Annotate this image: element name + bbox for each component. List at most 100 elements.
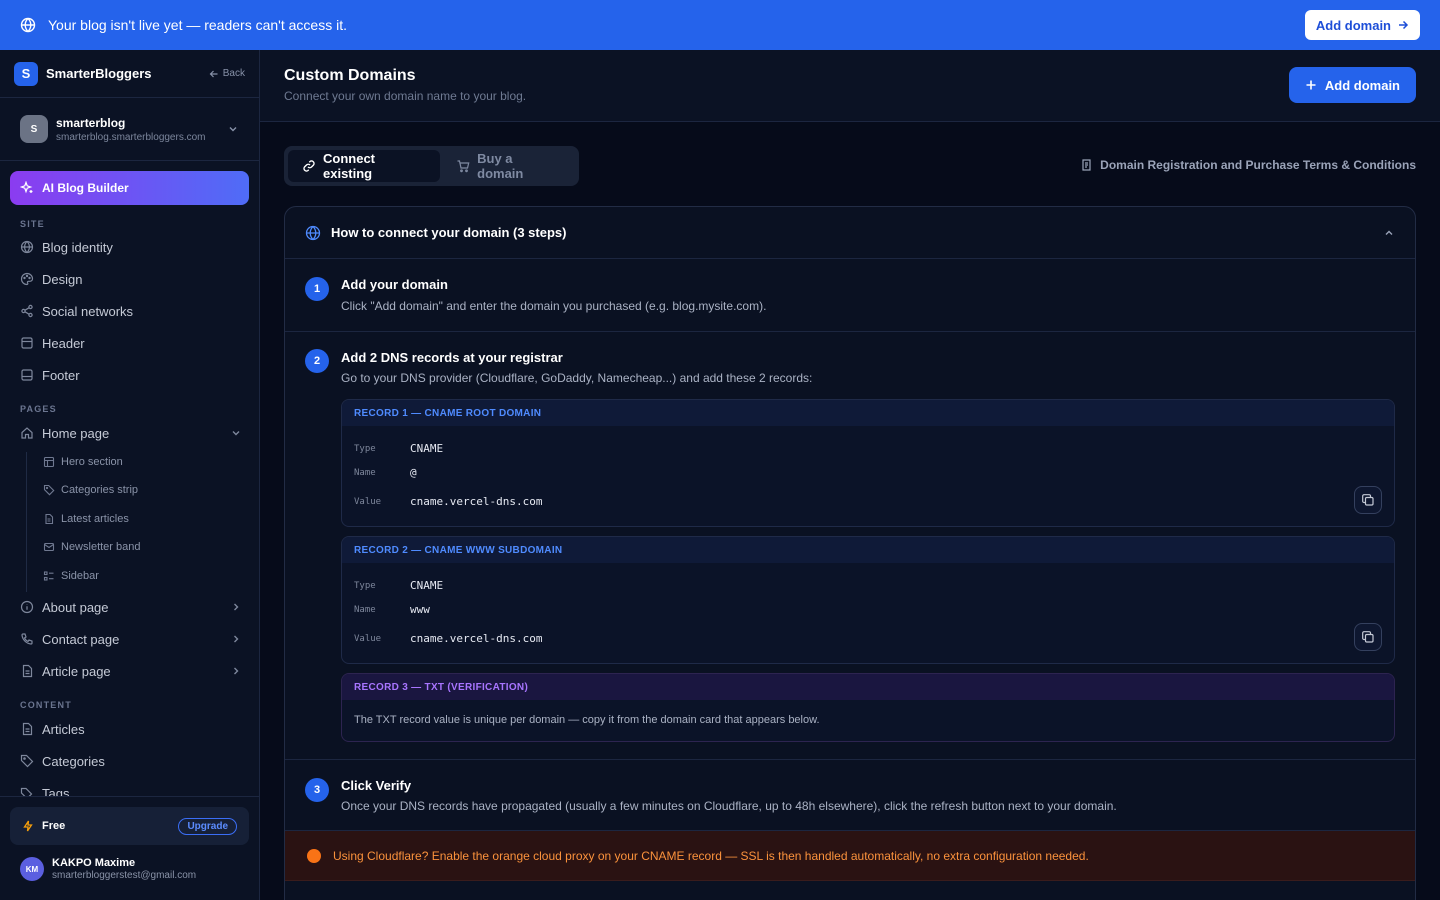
chevron-down-icon: [227, 123, 239, 135]
record-header: RECORD 1 — CNAME ROOT DOMAIN: [342, 400, 1394, 426]
sparkle-icon: [20, 181, 34, 195]
add-domain-button[interactable]: Add domain: [1288, 67, 1416, 103]
scroll-document-icon: [1080, 158, 1094, 172]
step-description: Click "Add domain" and enter the domain …: [341, 299, 767, 313]
blog-url: smarterblog.smarterbloggers.com: [56, 131, 206, 143]
cart-icon: [456, 159, 470, 173]
sidebar-item-label: Article page: [42, 663, 111, 679]
banner-add-domain-button[interactable]: Add domain: [1304, 10, 1420, 40]
back-link[interactable]: Back: [209, 68, 245, 79]
plan-card: Free Upgrade: [10, 807, 249, 845]
sidebar-subitem-latest-articles[interactable]: Latest articles: [43, 510, 129, 528]
sidebar-item-about-page[interactable]: About page: [20, 596, 242, 618]
step-number: 3: [305, 778, 329, 802]
blog-selector[interactable]: S smarterblog smarterblog.smarterblogger…: [0, 98, 259, 161]
domain-mode-tabs: Connect existing Buy a domain: [284, 146, 579, 186]
list-icon: [43, 570, 55, 582]
chevron-right-icon: [230, 633, 242, 645]
sidebar-subitem-newsletter-band[interactable]: Newsletter band: [43, 538, 141, 556]
record-type-row: Type CNAME: [354, 442, 443, 455]
sidebar-item-label: Footer: [42, 367, 80, 383]
not-live-banner: Your blog isn't live yet — readers can't…: [0, 0, 1440, 50]
sidebar-subitem-label: Categories strip: [61, 484, 139, 496]
record-header: RECORD 3 — TXT (VERIFICATION): [342, 674, 1394, 700]
sidebar-item-home-page[interactable]: Home page: [20, 422, 242, 444]
sidebar-item-label: Categories: [42, 753, 105, 769]
record-type-row: Type CNAME: [354, 579, 443, 592]
orange-cloud-icon: [307, 848, 321, 863]
sidebar-item-label: Home page: [42, 425, 110, 441]
sidebar-item-article-page[interactable]: Article page: [20, 660, 242, 682]
record-key: Name: [354, 467, 376, 478]
globe-icon: [20, 240, 34, 254]
layout-footer-icon: [20, 368, 34, 382]
user-profile[interactable]: KM KAKPO Maxime smarterbloggerstest@gmai…: [20, 857, 196, 881]
arrow-right-icon: [1397, 19, 1409, 31]
chevron-up-icon: [1383, 227, 1395, 239]
record-type-value: CNAME: [410, 442, 444, 455]
record-value-row: Value cname.vercel-dns.com: [354, 632, 542, 645]
sidebar-item-social-networks[interactable]: Social networks: [20, 300, 242, 322]
layout-header-icon: [20, 336, 34, 350]
step-title: Add your domain: [341, 277, 448, 292]
sidebar-item-label: Contact page: [42, 631, 120, 647]
record-name-row: Name www: [354, 603, 430, 616]
user-email: smarterbloggerstest@gmail.com: [52, 870, 197, 881]
sidebar-subitem-categories-strip[interactable]: Categories strip: [43, 481, 138, 499]
sidebar-item-label: Social networks: [42, 303, 134, 319]
record-type-value: CNAME: [410, 579, 444, 592]
info-icon: [20, 600, 34, 614]
record-name-value: www: [410, 603, 430, 616]
dns-record-1: RECORD 1 — CNAME ROOT DOMAIN Type CNAME …: [341, 399, 1395, 527]
sidebar-item-categories[interactable]: Categories: [20, 750, 242, 772]
copy-icon: [1361, 630, 1375, 644]
copy-button[interactable]: [1354, 623, 1382, 651]
ai-blog-builder-button[interactable]: AI Blog Builder: [10, 171, 249, 205]
cloudflare-tip-text: Using Cloudflare? Enable the orange clou…: [333, 848, 1089, 863]
sidebar-subitem-sidebar[interactable]: Sidebar: [43, 567, 99, 585]
sidebar-item-blog-identity[interactable]: Blog identity: [20, 236, 242, 258]
tag-icon: [43, 484, 55, 496]
plan-name: Free: [42, 820, 66, 832]
copy-icon: [1361, 493, 1375, 507]
step-1: 1 Add your domain Click "Add domain" and…: [285, 259, 1415, 332]
guide-header[interactable]: How to connect your domain (3 steps): [285, 207, 1415, 259]
record-name-value: @: [410, 466, 417, 479]
sidebar-subitem-label: Hero section: [61, 456, 123, 468]
section-label-content: CONTENT: [20, 700, 72, 710]
terms-link-label: Domain Registration and Purchase Terms &…: [1100, 158, 1416, 172]
sidebar-item-footer[interactable]: Footer: [20, 364, 242, 386]
sidebar-item-label: About page: [42, 599, 109, 615]
sidebar-item-design[interactable]: Design: [20, 268, 242, 290]
terms-link[interactable]: Domain Registration and Purchase Terms &…: [1080, 158, 1416, 172]
globe-icon: [20, 17, 36, 33]
sidebar-item-contact-page[interactable]: Contact page: [20, 628, 242, 650]
home-icon: [20, 426, 34, 440]
sidebar-item-header[interactable]: Header: [20, 332, 242, 354]
tab-connect-existing[interactable]: Connect existing: [288, 150, 441, 182]
record-value-row: Value cname.vercel-dns.com: [354, 495, 542, 508]
tab-buy-domain[interactable]: Buy a domain: [442, 150, 575, 182]
bolt-icon: [22, 820, 34, 832]
sidebar-item-articles[interactable]: Articles: [20, 718, 242, 740]
copy-button[interactable]: [1354, 486, 1382, 514]
record-header: RECORD 2 — CNAME WWW SUBDOMAIN: [342, 537, 1394, 563]
upgrade-button[interactable]: Upgrade: [178, 817, 237, 835]
phone-icon: [20, 632, 34, 646]
record-key: Value: [354, 496, 382, 507]
record-key: Name: [354, 604, 376, 615]
connect-guide-card: How to connect your domain (3 steps) 1 A…: [284, 206, 1416, 900]
blog-name: smarterblog: [56, 115, 126, 130]
sidebar-subitem-label: Newsletter band: [61, 541, 141, 553]
tab-label: Buy a domain: [477, 151, 524, 181]
arrow-left-icon: [209, 69, 219, 79]
record-key: Type: [354, 580, 376, 591]
chevron-down-icon: [230, 427, 242, 439]
banner-add-domain-label: Add domain: [1315, 17, 1391, 33]
chevron-right-icon: [230, 601, 242, 613]
step-number: 1: [305, 277, 329, 301]
guide-title: How to connect your domain (3 steps): [331, 225, 567, 240]
tag-icon: [20, 754, 34, 768]
sidebar-subitem-hero-section[interactable]: Hero section: [43, 453, 123, 471]
link-icon: [302, 159, 316, 173]
